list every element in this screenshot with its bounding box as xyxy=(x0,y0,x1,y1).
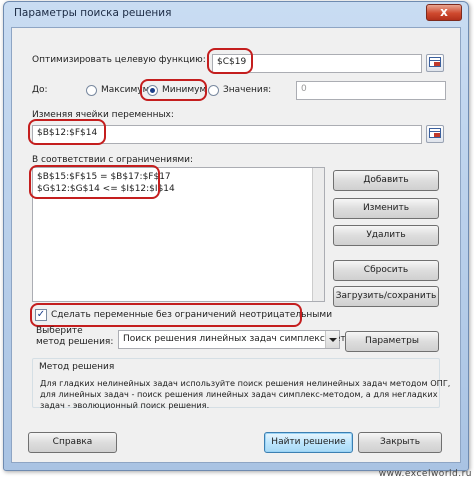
constraints-scrollbar[interactable] xyxy=(312,168,324,301)
solve-button-label: Найти решение xyxy=(271,437,346,447)
radio-max[interactable] xyxy=(86,85,97,96)
close-button-label: Закрыть xyxy=(379,437,421,447)
objective-label: Оптимизировать целевую функцию: xyxy=(32,55,206,65)
window-title: Параметры поиска решения xyxy=(14,7,172,19)
load-save-button[interactable]: Загрузить/сохранить xyxy=(333,286,439,307)
target-value-input[interactable]: 0 xyxy=(296,81,446,100)
method-label-line2: метод решения: xyxy=(36,337,114,347)
objective-ref-button[interactable] xyxy=(426,54,444,72)
method-description-line3: задач - эволюционный поиск решения. xyxy=(40,400,210,410)
radio-value-label: Значения: xyxy=(223,85,272,95)
parameters-button[interactable]: Параметры xyxy=(345,331,439,352)
min-highlight xyxy=(140,79,207,101)
method-description-line1: Для гладких нелинейных задач используйте… xyxy=(40,378,451,388)
add-button[interactable]: Добавить xyxy=(333,170,439,191)
method-label-line1: Выберите xyxy=(36,326,83,336)
dialog-body: Оптимизировать целевую функцию: $C$19 До… xyxy=(11,27,461,463)
objective-highlight xyxy=(207,48,253,74)
chevron-down-icon[interactable] xyxy=(325,331,339,348)
variables-highlight xyxy=(28,119,106,145)
nonneg-highlight xyxy=(30,303,302,327)
reset-button-label: Сбросить xyxy=(363,265,409,275)
close-window-button[interactable]: x xyxy=(426,4,462,21)
method-description-line2: для линейных задач - поиск решения линей… xyxy=(40,389,438,399)
solve-button[interactable]: Найти решение xyxy=(264,432,353,453)
change-button[interactable]: Изменить xyxy=(333,198,439,219)
method-select[interactable]: Поиск решения линейных задач симплекс-ме… xyxy=(118,330,370,349)
solver-dialog: Параметры поиска решения x Оптимизироват… xyxy=(3,1,469,471)
goal-label: До: xyxy=(32,85,48,95)
parameters-button-label: Параметры xyxy=(365,336,419,346)
add-button-label: Добавить xyxy=(363,175,409,185)
variables-ref-button[interactable] xyxy=(426,125,444,143)
method-group-title: Метод решения xyxy=(39,362,115,372)
watermark: www.excelworld.ru xyxy=(378,469,472,479)
help-button-label: Справка xyxy=(52,437,93,447)
delete-button-label: Удалить xyxy=(366,230,406,240)
change-button-label: Изменить xyxy=(362,203,410,213)
help-button[interactable]: Справка xyxy=(28,432,117,453)
close-button[interactable]: Закрыть xyxy=(358,432,442,453)
cell-reference-icon xyxy=(429,57,441,67)
target-value: 0 xyxy=(301,84,307,94)
load-save-button-label: Загрузить/сохранить xyxy=(335,291,437,301)
delete-button[interactable]: Удалить xyxy=(333,225,439,246)
cell-reference-icon xyxy=(429,128,441,138)
title-bar[interactable]: Параметры поиска решения x xyxy=(4,2,468,26)
constraints-highlight xyxy=(29,165,160,199)
constraints-label: В соответствии с ограничениями: xyxy=(32,155,194,165)
reset-button[interactable]: Сбросить xyxy=(333,260,439,281)
radio-value[interactable] xyxy=(208,85,219,96)
